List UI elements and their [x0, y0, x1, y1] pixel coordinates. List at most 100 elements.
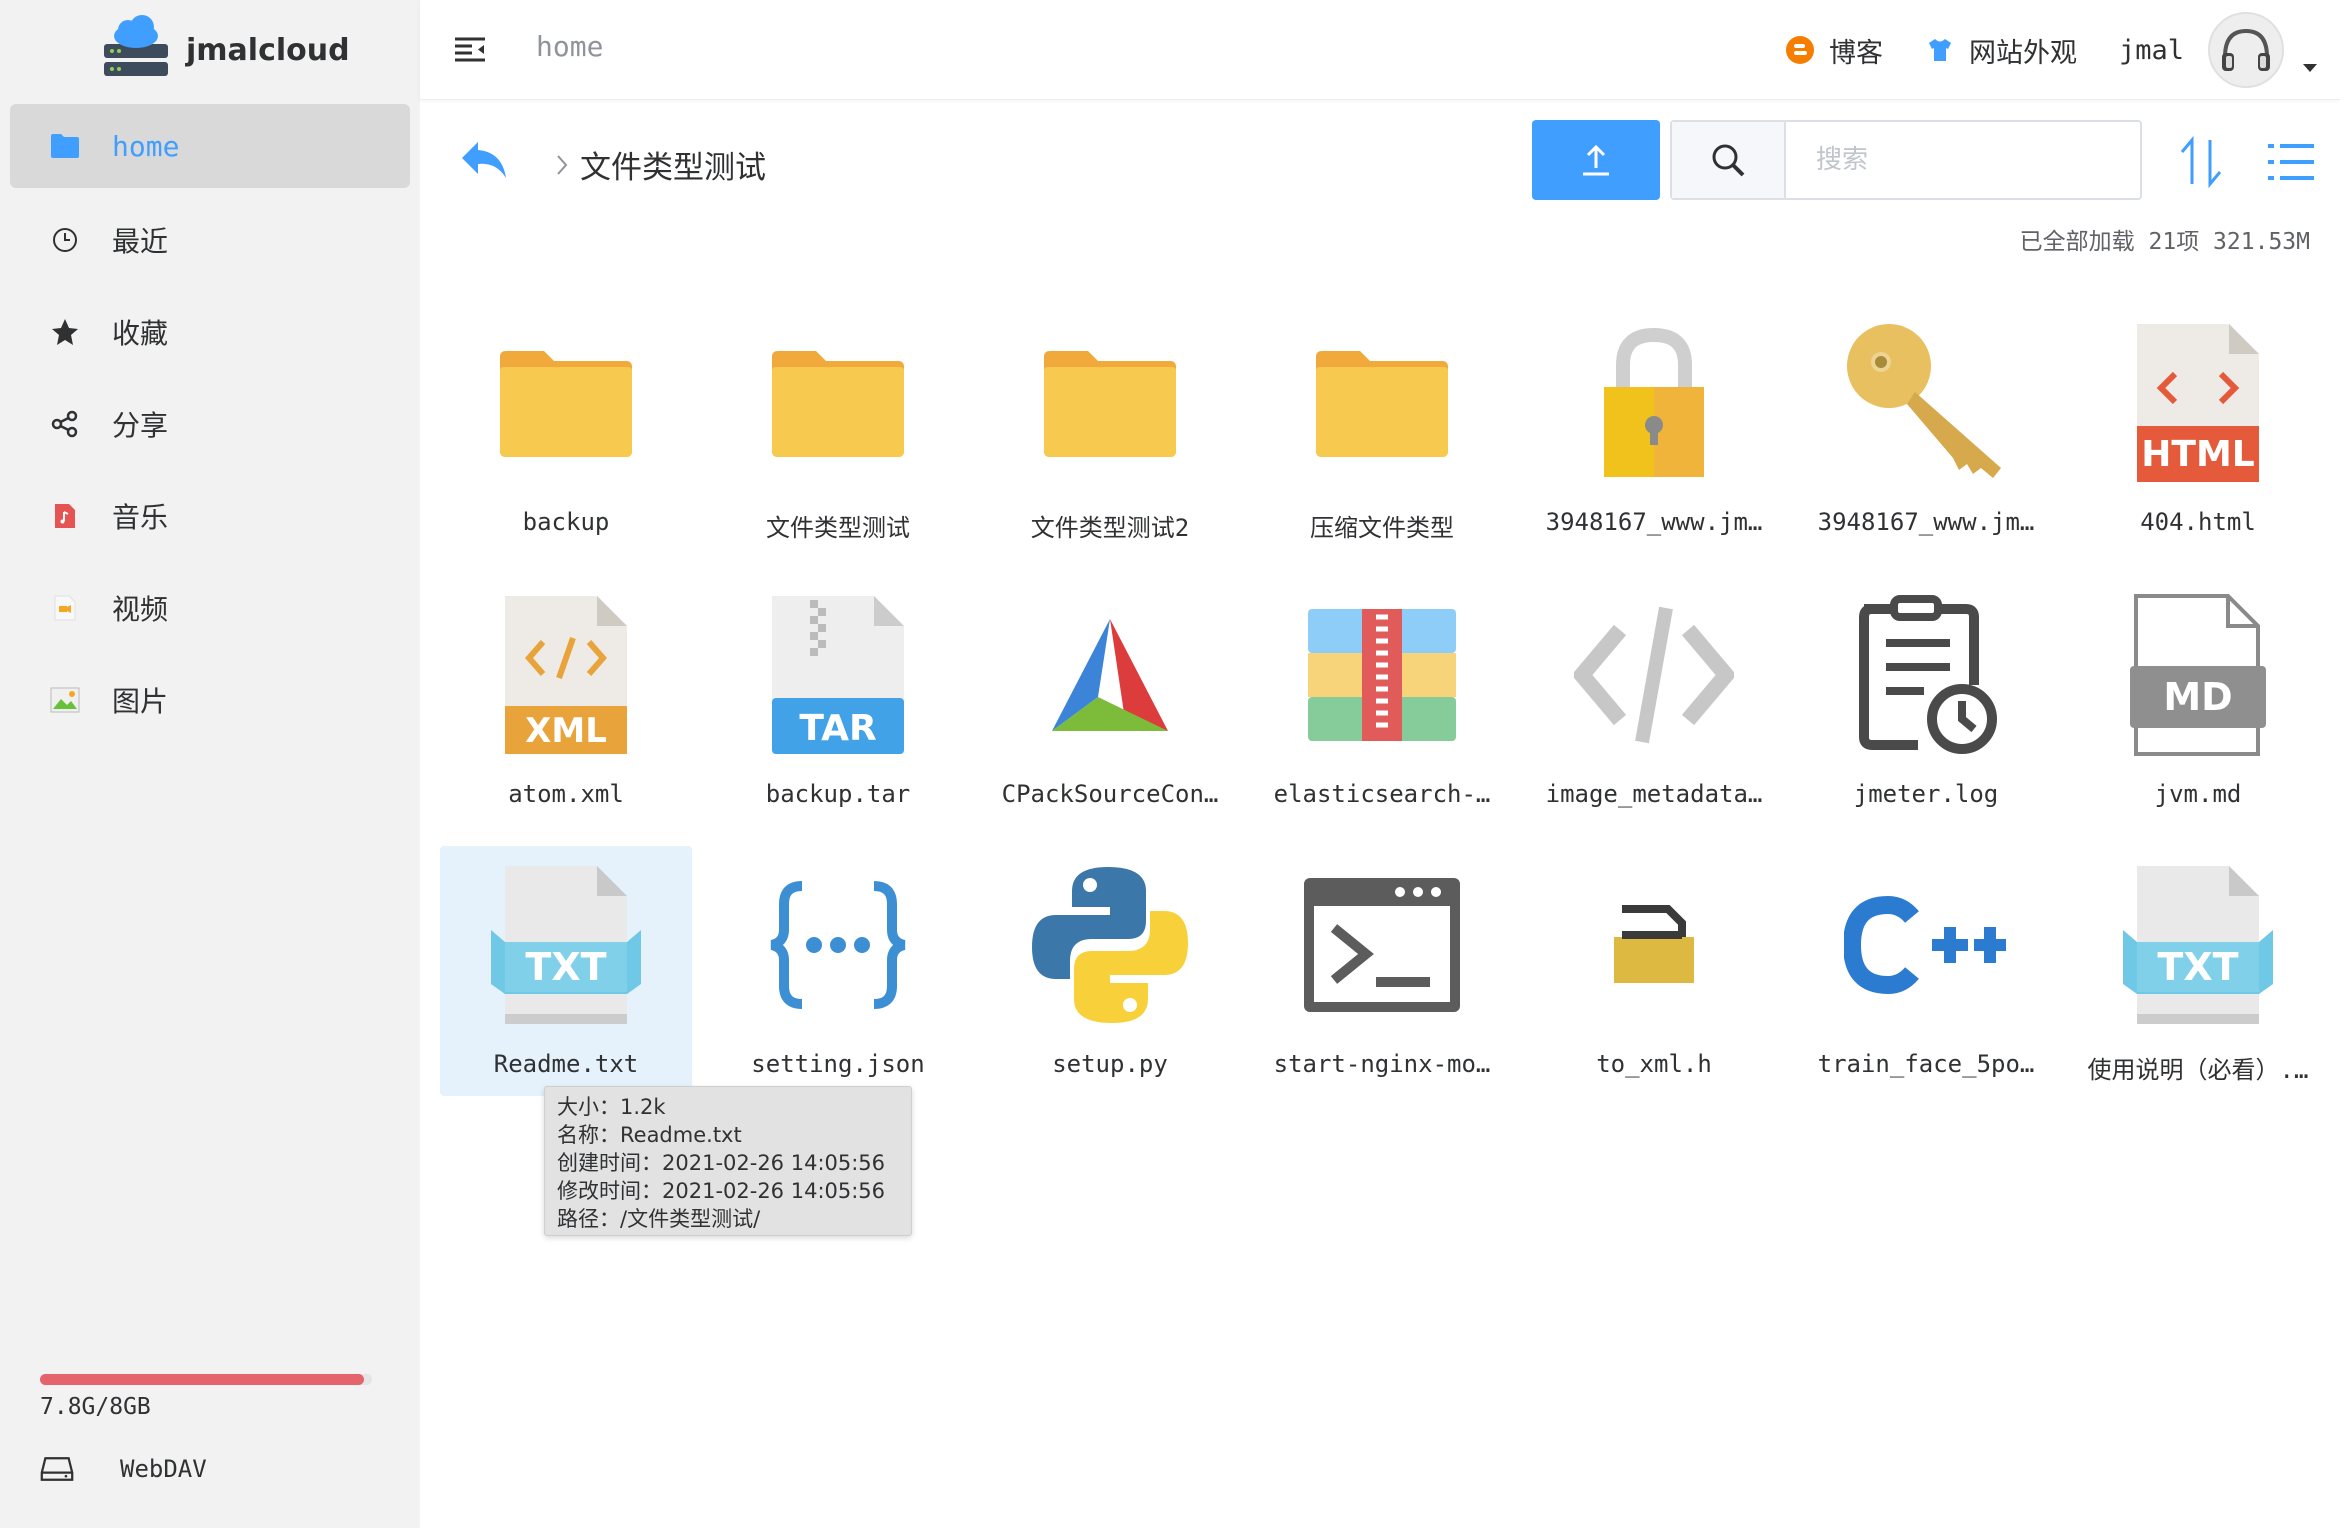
archive-icon [1297, 590, 1467, 760]
search-input[interactable] [1786, 122, 2140, 198]
webdav-link[interactable]: WebDAV [40, 1452, 207, 1486]
tshirt-icon [1928, 39, 1951, 61]
file-tile[interactable]: to_xml.h [1528, 846, 1780, 1096]
file-tile[interactable]: setup.py [984, 846, 1236, 1096]
file-tile[interactable]: train_face_5po… [1800, 846, 2052, 1096]
sidebar-item-home[interactable]: home [10, 104, 410, 188]
txt-file-icon: TXT [481, 860, 651, 1030]
breadcrumb: 文件类型测试 [552, 142, 766, 187]
file-tile[interactable]: TXT 使用说明（必看）.… [2072, 846, 2324, 1096]
folder-icon [481, 318, 651, 488]
file-name: to_xml.h [1596, 1050, 1712, 1078]
sidebar-item-music[interactable]: 音乐 [10, 474, 410, 558]
sidebar-item-favorites[interactable]: 收藏 [10, 290, 410, 374]
file-name: backup.tar [765, 780, 911, 808]
sidebar-item-share[interactable]: 分享 [10, 382, 410, 466]
file-tile[interactable]: TAR backup.tar [712, 576, 964, 826]
webdav-label: WebDAV [120, 1455, 207, 1483]
share-icon [48, 407, 82, 441]
file-name: 3948167_www.jm… [1545, 508, 1763, 536]
tooltip-created: 创建时间：2021-02-26 14:05:56 [557, 1151, 886, 1175]
tooltip-path: 路径：/文件类型测试/ [557, 1207, 761, 1231]
blog-label: 博客 [1828, 37, 1883, 69]
star-icon [48, 315, 82, 349]
file-tile[interactable]: CPackSourceCon… [984, 576, 1236, 826]
file-summary: 已全部加载 21项 321.53M [2019, 229, 2310, 255]
storage-progress-fill [40, 1374, 364, 1385]
file-tile[interactable]: 3948167_www.jm… [1800, 304, 2052, 554]
file-tile[interactable]: start-nginx-mo… [1256, 846, 1508, 1096]
blog-link[interactable]: 博客 [1785, 31, 1883, 70]
header-actions: 博客 网站外观 jmal [1785, 0, 2340, 100]
sort-icon[interactable] [2178, 136, 2224, 188]
folder-icon [48, 129, 82, 163]
file-name: 404.html [2140, 508, 2256, 536]
file-tile[interactable]: setting.json [712, 846, 964, 1096]
video-icon [48, 591, 82, 625]
cmake-icon [1025, 590, 1195, 760]
folder-icon [753, 318, 923, 488]
top-header: home 博客 网站外观 jmal [420, 0, 2340, 100]
file-name: image_metadata… [1545, 780, 1763, 808]
avatar[interactable] [2208, 12, 2284, 88]
cpp-icon [1841, 860, 2011, 1030]
html-file-icon: HTML [2113, 318, 2283, 488]
txt-file-icon: TXT [2113, 860, 2283, 1030]
theme-link[interactable]: 网站外观 [1925, 31, 2077, 70]
sidebar-item-video[interactable]: 视频 [10, 566, 410, 650]
file-badge: XML [525, 711, 607, 751]
file-name: 压缩文件类型 [1310, 514, 1454, 542]
file-badge: TXT [2157, 945, 2238, 989]
file-tile[interactable]: HTML 404.html [2072, 304, 2324, 554]
header-file-icon [1569, 860, 1739, 1030]
tooltip-modified: 修改时间：2021-02-26 14:05:56 [557, 1179, 886, 1203]
file-tile-selected[interactable]: TXT Readme.txt [440, 846, 692, 1096]
file-tile[interactable]: 文件类型测试2 [984, 304, 1236, 554]
file-name: 使用说明（必看）.… [2087, 1056, 2309, 1084]
sidebar-item-label: 视频 [112, 593, 169, 626]
back-arrow-icon[interactable] [458, 138, 510, 182]
search-button[interactable] [1672, 122, 1786, 198]
search-icon [1712, 144, 1745, 177]
sidebar-item-label: 最近 [112, 225, 169, 258]
file-tile[interactable]: jmeter.log [1800, 576, 2052, 826]
key-icon [1841, 318, 2011, 488]
headphones-icon [2222, 28, 2270, 71]
chevron-down-icon[interactable] [2298, 56, 2322, 80]
file-tile[interactable]: 压缩文件类型 [1256, 304, 1508, 554]
list-view-icon[interactable] [2268, 142, 2314, 182]
app-name: jmalcloud [186, 32, 350, 68]
breadcrumb-current[interactable]: 文件类型测试 [580, 142, 766, 187]
tooltip-name: 名称：Readme.txt [557, 1123, 742, 1147]
storage-progress-bar [40, 1374, 372, 1385]
file-tile[interactable]: elasticsearch-… [1256, 576, 1508, 826]
sidebar-item-images[interactable]: 图片 [10, 658, 410, 742]
sidebar-item-recent[interactable]: 最近 [10, 198, 410, 282]
file-tile[interactable]: 3948167_www.jm… [1528, 304, 1780, 554]
username[interactable]: jmal [2119, 35, 2184, 66]
sidebar-item-label: 分享 [112, 409, 169, 442]
image-icon [48, 683, 82, 717]
folder-icon [1025, 318, 1195, 488]
file-tile[interactable]: 文件类型测试 [712, 304, 964, 554]
xml-file-icon: XML [481, 590, 651, 760]
sidebar-item-label: home [112, 129, 180, 163]
file-tile[interactable]: MD jvm.md [2072, 576, 2324, 826]
cloud-server-icon [104, 15, 168, 76]
menu-collapse-icon[interactable] [452, 32, 488, 68]
file-tile[interactable]: backup [440, 304, 692, 554]
file-tile[interactable]: image_metadata… [1528, 576, 1780, 826]
file-info-tooltip: 大小：1.2k 名称：Readme.txt 创建时间：2021-02-26 14… [544, 1086, 912, 1236]
upload-button[interactable] [1532, 120, 1660, 200]
logo[interactable]: jmalcloud [100, 14, 350, 86]
tooltip-size: 大小：1.2k [557, 1095, 666, 1119]
file-tile[interactable]: XML atom.xml [440, 576, 692, 826]
terminal-icon [1297, 860, 1467, 1030]
code-icon [1569, 590, 1739, 760]
log-file-icon [1841, 590, 2011, 760]
chevron-right-icon [557, 154, 568, 175]
blogger-icon [1785, 36, 1814, 64]
file-name: 文件类型测试2 [1030, 514, 1190, 542]
file-name: train_face_5po… [1817, 1050, 2035, 1078]
file-name: setting.json [751, 1050, 925, 1078]
